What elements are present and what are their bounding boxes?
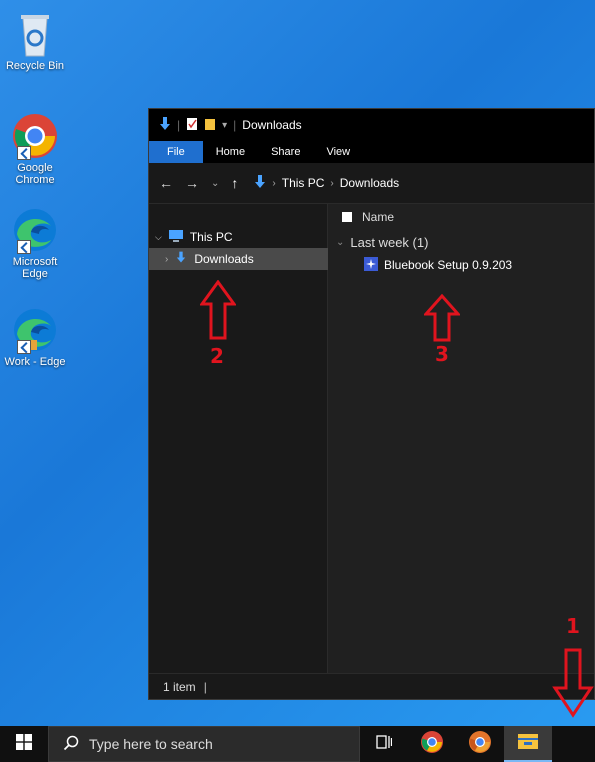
desktop-icon-label: Recycle Bin — [5, 60, 65, 72]
file-item[interactable]: Bluebook Setup 0.9.203 — [328, 254, 594, 276]
taskbar-file-explorer[interactable] — [504, 726, 552, 762]
folder-icon[interactable] — [204, 117, 216, 134]
column-header-label: Name — [362, 210, 395, 224]
windows-logo-icon — [16, 733, 32, 755]
chrome-icon — [11, 112, 59, 160]
file-name: Bluebook Setup 0.9.203 — [384, 258, 513, 272]
navigation-bar: ← → ⌄ ↑ › This PC › Downloads — [149, 163, 594, 204]
desktop-icon-label: Work - Edge — [4, 356, 66, 368]
task-view-button[interactable] — [360, 726, 408, 762]
up-arrow-icon[interactable]: ↑ — [231, 175, 238, 191]
tree-item-this-pc[interactable]: ⌵ This PC — [149, 226, 327, 248]
shortcut-arrow-icon — [17, 240, 31, 254]
collapse-chevron-icon[interactable]: › — [165, 254, 168, 265]
taskbar-chrome-profile[interactable] — [456, 726, 504, 762]
file-list-pane: Name ⌄ Last week (1) Bluebook Setup 0.9.… — [328, 204, 594, 674]
desktop-icon-label: Microsoft Edge — [12, 256, 58, 280]
separator: | — [177, 118, 181, 132]
select-all-checkbox[interactable] — [342, 212, 352, 222]
tree-item-label: This PC — [189, 230, 233, 244]
desktop-icon-work-edge[interactable]: Work - Edge — [4, 306, 66, 368]
breadcrumb-chevron-icon: › — [330, 177, 334, 189]
desktop-icon-label: Google Chrome — [15, 162, 55, 186]
download-arrow-icon — [254, 174, 266, 192]
breadcrumb-chevron-icon: › — [272, 177, 276, 189]
group-label: Last week (1) — [350, 234, 429, 250]
group-collapse-chevron-icon[interactable]: ⌄ — [336, 237, 344, 248]
tab-file[interactable]: File — [149, 141, 203, 163]
annotation-arrow-1 — [552, 648, 594, 723]
chrome-icon — [468, 730, 492, 759]
bluebook-app-icon — [364, 256, 378, 274]
properties-icon[interactable] — [186, 117, 198, 134]
ribbon-tabs: File Home Share View — [149, 141, 594, 163]
tab-share[interactable]: Share — [258, 141, 313, 163]
file-explorer-window: | ▾ | Downloads File Home Share View ← →… — [148, 108, 595, 700]
annotation-arrow-3 — [422, 293, 462, 347]
separator: | — [233, 118, 237, 132]
taskbar: Type here to search — [0, 726, 595, 762]
search-placeholder: Type here to search — [89, 736, 213, 752]
edge-icon — [11, 206, 59, 254]
desktop-icon-recycle-bin[interactable]: Recycle Bin — [4, 10, 66, 72]
tree-item-downloads[interactable]: › Downloads — [149, 248, 340, 270]
title-bar[interactable]: | ▾ | Downloads — [149, 109, 594, 141]
group-header-last-week[interactable]: ⌄ Last week (1) — [328, 230, 594, 254]
desktop-icon-microsoft-edge[interactable]: Microsoft Edge — [4, 206, 66, 280]
breadcrumb-this-pc[interactable]: This PC — [282, 176, 325, 190]
forward-arrow-icon[interactable]: → — [185, 175, 199, 191]
shortcut-arrow-icon — [17, 340, 31, 354]
status-separator: | — [203, 679, 207, 694]
task-view-icon — [376, 734, 393, 754]
taskbar-chrome[interactable] — [408, 726, 456, 762]
breadcrumb-downloads[interactable]: Downloads — [340, 176, 399, 190]
quick-access-dropdown-icon[interactable]: ▾ — [222, 120, 227, 131]
taskbar-search-box[interactable]: Type here to search — [48, 726, 360, 762]
annotation-arrow-2 — [199, 279, 237, 345]
window-title: Downloads — [242, 118, 302, 132]
annotation-number-3: 3 — [435, 342, 449, 366]
recent-locations-chevron-icon[interactable]: ⌄ — [211, 178, 219, 189]
tab-home[interactable]: Home — [203, 141, 258, 163]
navigation-pane: ⌵ This PC › Downloads — [149, 204, 340, 674]
address-bar[interactable]: › This PC › Downloads — [254, 174, 399, 192]
computer-icon — [168, 229, 184, 245]
tree-item-label: Downloads — [194, 252, 254, 266]
expand-chevron-icon[interactable]: ⌵ — [155, 232, 162, 243]
back-arrow-icon[interactable]: ← — [159, 175, 173, 191]
status-bar: 1 item | — [149, 673, 594, 699]
annotation-number-1: 1 — [566, 614, 580, 638]
download-arrow-icon — [176, 251, 186, 267]
shortcut-arrow-icon — [17, 146, 31, 160]
chrome-icon — [420, 730, 444, 759]
start-button[interactable] — [0, 726, 48, 762]
download-arrow-icon — [159, 116, 171, 134]
file-explorer-icon — [517, 732, 539, 755]
desktop-icon-google-chrome[interactable]: Google Chrome — [4, 112, 66, 186]
recycle-bin-icon — [15, 10, 55, 58]
annotation-number-2: 2 — [210, 344, 224, 368]
tab-view[interactable]: View — [313, 141, 363, 163]
edge-work-icon — [11, 306, 59, 354]
item-count: 1 item — [163, 679, 196, 694]
search-icon — [63, 735, 79, 754]
column-header-name[interactable]: Name — [328, 204, 594, 230]
